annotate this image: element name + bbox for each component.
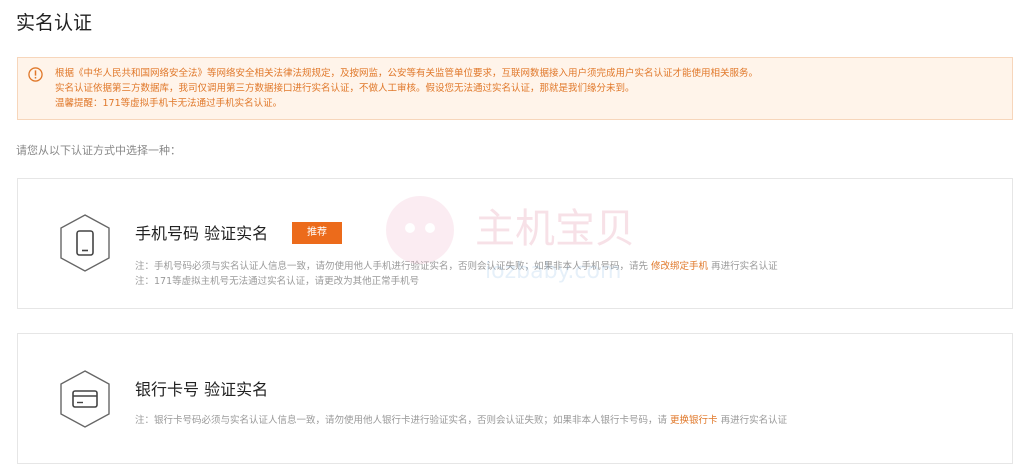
phone-verify-title: 手机号码 验证实名: [135, 224, 269, 243]
recommend-badge: 推荐: [292, 222, 342, 244]
notice-line-1: 根据《中华人民共和国网络安全法》等网络安全相关法律法规规定，及按网监，公安等有关…: [55, 68, 759, 79]
notice-line-2: 实名认证依据第三方数据库，我司仅调用第三方数据接口进行实名认证，不做人工审核。假…: [55, 83, 635, 94]
warning-circle-icon: [28, 67, 43, 82]
phone-verify-card[interactable]: 手机号码 验证实名 推荐 注：手机号码必须与实名认证人信息一致，请勿使用他人手机…: [17, 178, 1013, 309]
bank-verify-title: 银行卡号 验证实名: [135, 380, 269, 399]
bank-card-hexagon-icon: [60, 370, 110, 428]
phone-note-line-1: 注：手机号码必须与实名认证人信息一致，请勿使用他人手机进行验证实名，否则会认证失…: [135, 261, 778, 272]
page-title: 实名认证: [16, 12, 93, 34]
phone-hexagon-icon: [60, 214, 110, 272]
modify-bound-phone-link[interactable]: 修改绑定手机: [651, 261, 708, 272]
notice-line-3: 温馨提醒：171等虚拟手机卡无法通过手机实名认证。: [55, 98, 283, 109]
phone-note-line-2: 注：171等虚拟主机号无法通过实名认证，请更改为其他正常手机号: [135, 276, 420, 287]
change-bank-card-link[interactable]: 更换银行卡: [670, 415, 718, 426]
choose-method-label: 请您从以下认证方式中选择一种：: [16, 144, 181, 157]
notice-banner: 根据《中华人民共和国网络安全法》等网络安全相关法律法规规定，及按网监，公安等有关…: [17, 57, 1013, 120]
bank-verify-card[interactable]: 银行卡号 验证实名 注：银行卡号码必须与实名认证人信息一致，请勿使用他人银行卡进…: [17, 333, 1013, 464]
bank-note-line: 注：银行卡号码必须与实名认证人信息一致，请勿使用他人银行卡进行验证实名，否则会认…: [135, 415, 788, 426]
